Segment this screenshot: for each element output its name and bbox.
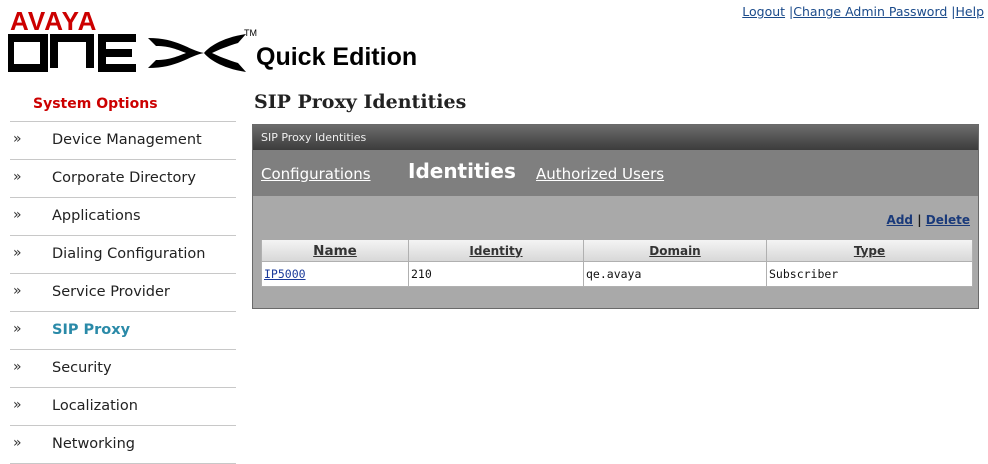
help-link[interactable]: Help	[956, 4, 985, 19]
chevron-right-icon: »	[13, 435, 22, 451]
page-title: SIP Proxy Identities	[254, 91, 467, 113]
top-links: Logout |Change Admin Password |Help	[742, 4, 984, 19]
sidebar-item-applications[interactable]: » Applications	[10, 197, 236, 235]
column-header-identity[interactable]: Identity	[408, 240, 584, 262]
sidebar-item-label: SIP Proxy	[52, 322, 131, 338]
trademark-mark: TM	[244, 28, 257, 38]
avaya-onex-logo: AVAYA TM Quick Edition	[8, 8, 428, 76]
cell-name: IP5000	[261, 261, 409, 287]
sidebar-item-dialing-configuration[interactable]: » Dialing Configuration	[10, 235, 236, 273]
cell-domain: qe.avaya	[583, 261, 767, 287]
sidebar-item-device-management[interactable]: » Device Management	[10, 121, 236, 159]
sidebar-item-label: Service Provider	[52, 284, 170, 300]
edition-label: Quick Edition	[256, 43, 418, 71]
sidebar-item-label: Security	[52, 360, 112, 376]
identity-name-link[interactable]: IP5000	[264, 267, 306, 281]
sidebar-item-sip-proxy[interactable]: » SIP Proxy	[10, 311, 236, 349]
chevron-right-icon: »	[13, 207, 22, 223]
sidebar-item-label: Device Management	[52, 132, 202, 148]
chevron-right-icon: »	[13, 131, 22, 147]
column-header-name[interactable]: Name	[261, 240, 409, 262]
tab-identities[interactable]: Identities	[408, 159, 516, 183]
tab-authorized-users[interactable]: Authorized Users	[536, 165, 664, 183]
sidebar-item-label: Dialing Configuration	[52, 246, 206, 262]
identities-panel: SIP Proxy Identities Configurations Iden…	[252, 124, 979, 309]
chevron-right-icon: »	[13, 397, 22, 413]
delete-button[interactable]: Delete	[926, 213, 970, 227]
identities-table: Name Identity Domain Type IP5000 210 qe.…	[261, 240, 973, 287]
action-separator: |	[917, 213, 922, 227]
logout-link[interactable]: Logout	[742, 4, 785, 19]
sidebar-item-service-provider[interactable]: » Service Provider	[10, 273, 236, 311]
chevron-right-icon: »	[13, 169, 22, 185]
panel-title: SIP Proxy Identities	[253, 125, 978, 150]
sidebar-item-label: Applications	[52, 208, 141, 224]
sidebar-item-localization[interactable]: » Localization	[10, 387, 236, 425]
sidebar-item-label: Networking	[52, 436, 135, 452]
cell-identity: 210	[408, 261, 584, 287]
chevron-right-icon: »	[13, 321, 22, 337]
column-header-domain[interactable]: Domain	[583, 240, 767, 262]
table-row: IP5000 210 qe.avaya Subscriber	[261, 261, 973, 287]
sidebar-title: System Options	[33, 96, 158, 112]
onex-logo-icon	[8, 34, 246, 72]
cell-type: Subscriber	[766, 261, 973, 287]
sidebar-item-label: Corporate Directory	[52, 170, 196, 186]
sidebar: » Device Management » Corporate Director…	[10, 121, 236, 464]
tab-bar: Configurations Identities Authorized Use…	[253, 150, 978, 196]
table-header-row: Name Identity Domain Type	[261, 240, 973, 262]
add-button[interactable]: Add	[887, 213, 913, 227]
sidebar-item-security[interactable]: » Security	[10, 349, 236, 387]
change-admin-password-link[interactable]: Change Admin Password	[793, 4, 947, 19]
chevron-right-icon: »	[13, 359, 22, 375]
table-actions: Add | Delete	[887, 213, 970, 227]
sidebar-item-label: Localization	[52, 398, 138, 414]
chevron-right-icon: »	[13, 245, 22, 261]
sidebar-item-corporate-directory[interactable]: » Corporate Directory	[10, 159, 236, 197]
tab-configurations[interactable]: Configurations	[261, 165, 371, 183]
sidebar-item-networking[interactable]: » Networking	[10, 425, 236, 464]
chevron-right-icon: »	[13, 283, 22, 299]
column-header-type[interactable]: Type	[766, 240, 973, 262]
